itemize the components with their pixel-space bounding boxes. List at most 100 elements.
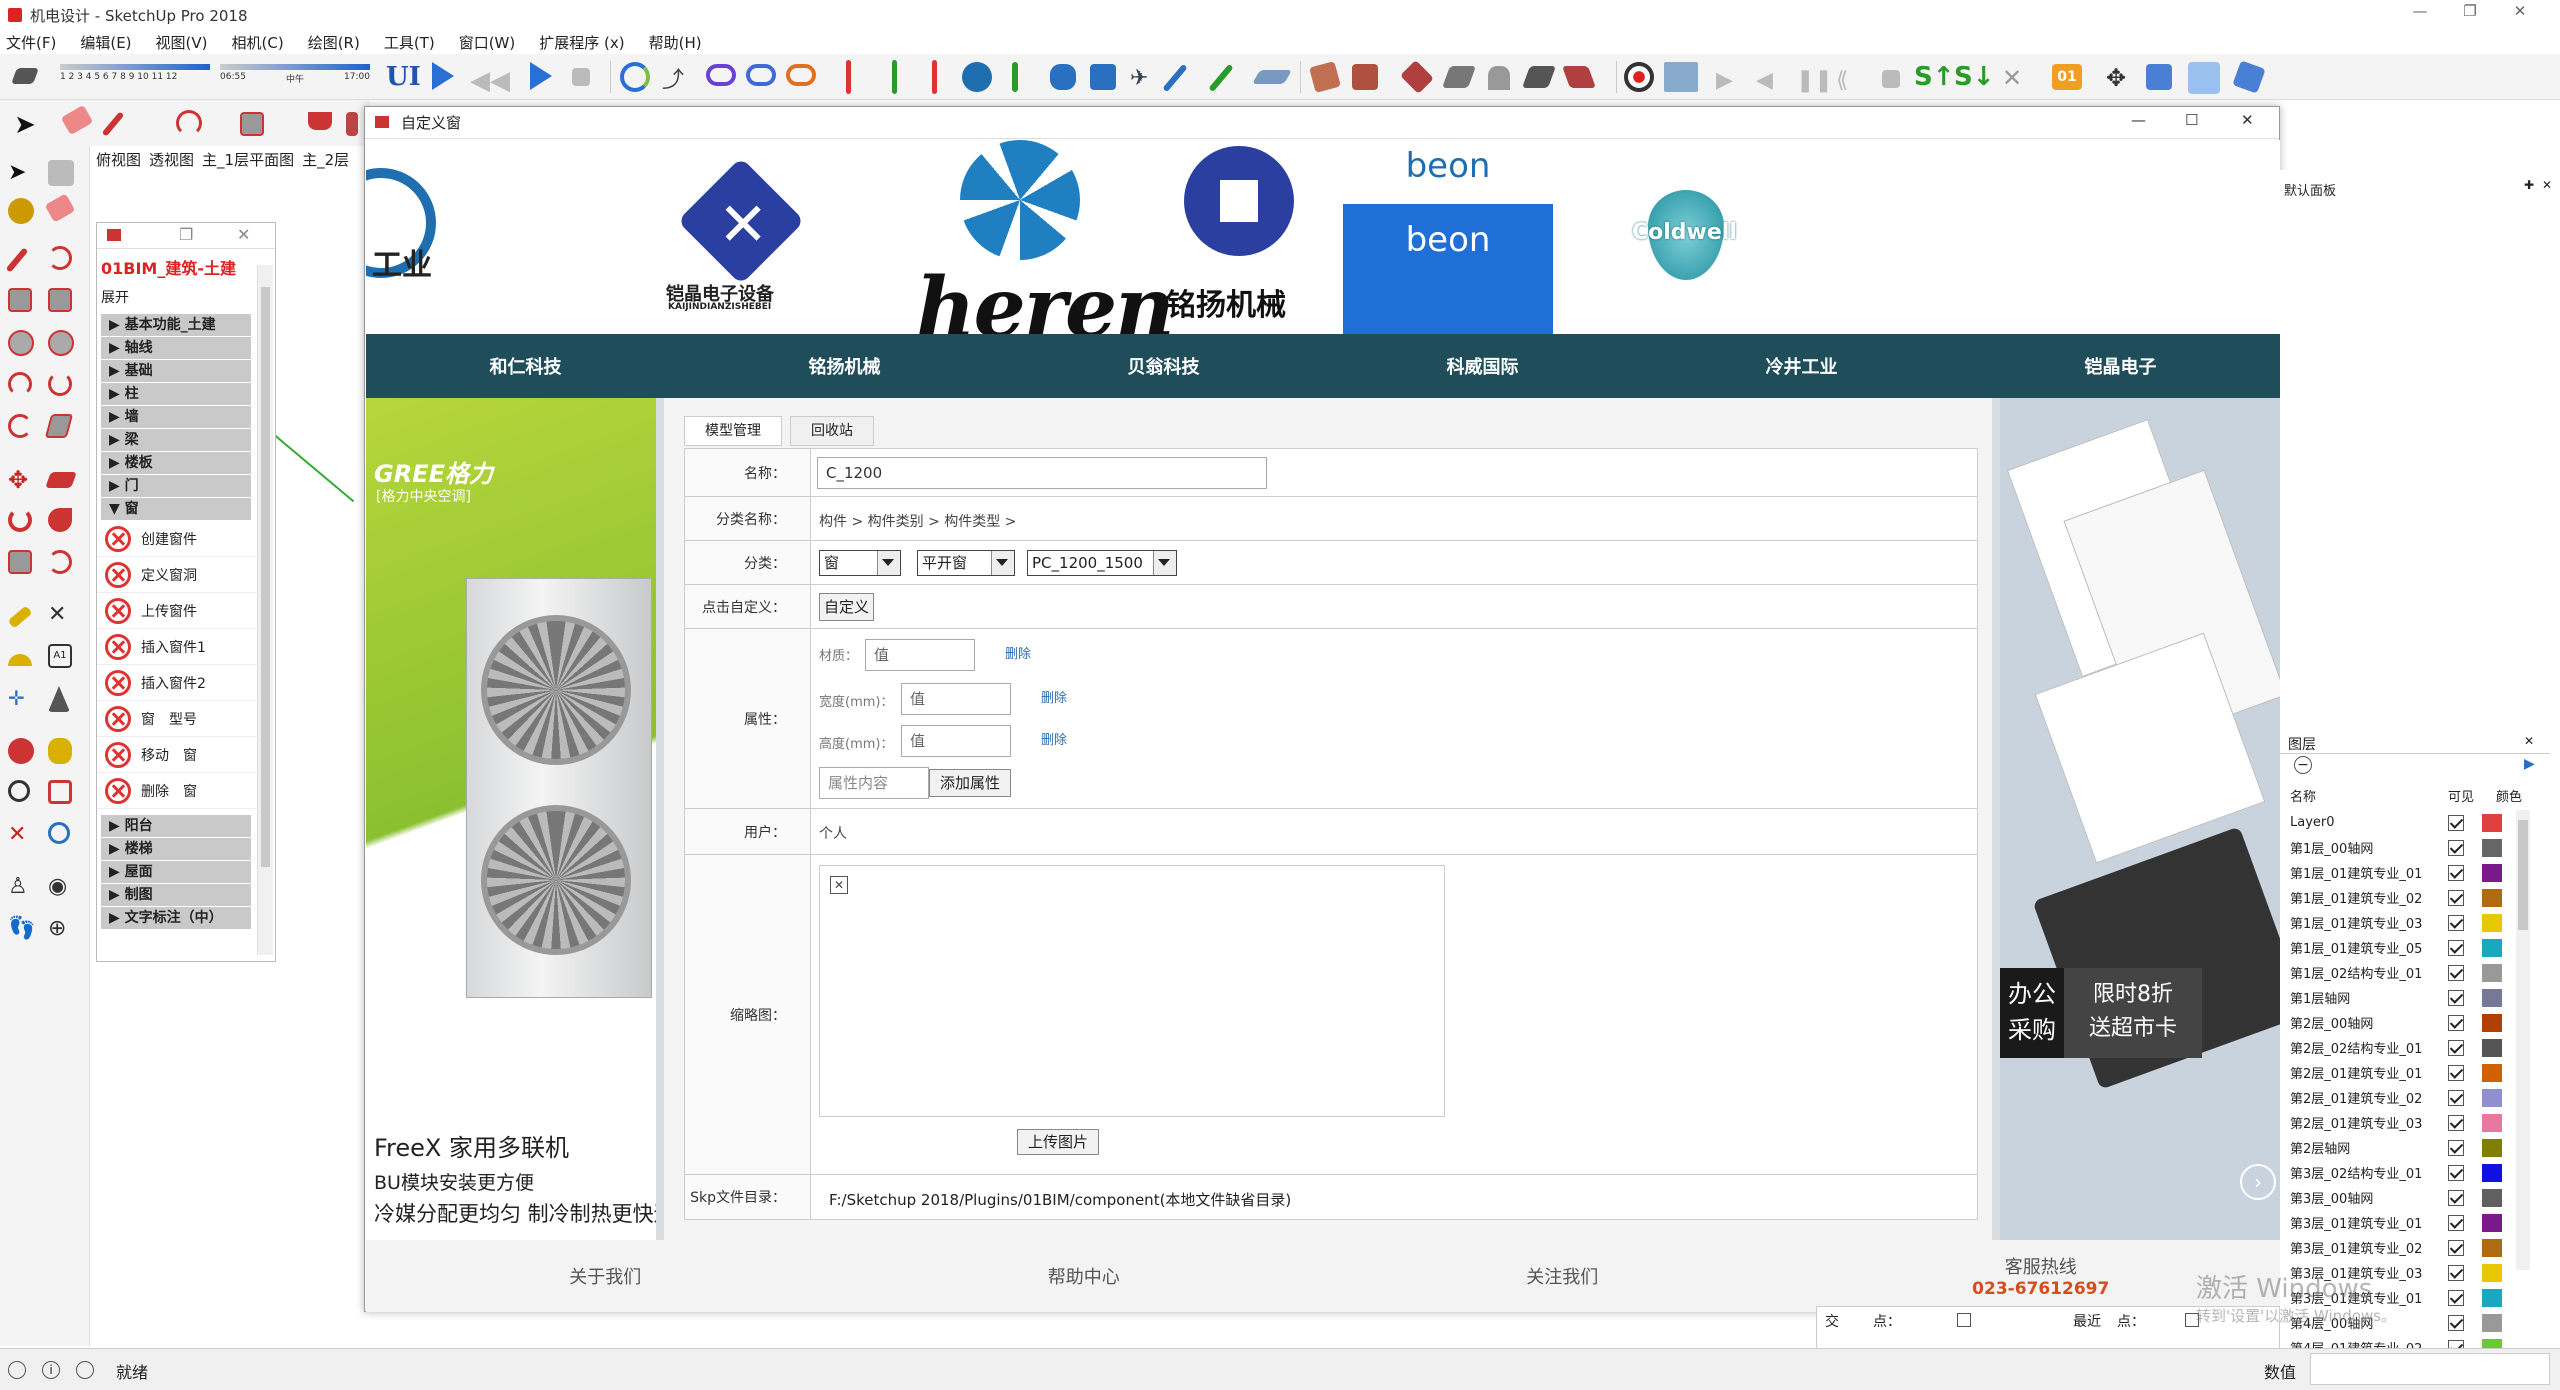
layer-color-swatch[interactable] [2482, 1313, 2502, 1332]
plugin-maximize-icon[interactable]: ❐ [179, 225, 193, 244]
menu-file[interactable]: 文件(F) [6, 32, 56, 53]
category-door[interactable]: ▶ 门 [101, 475, 251, 497]
plane-icon[interactable]: ✈ [1130, 66, 1160, 96]
cube-icon-2[interactable] [2188, 62, 2220, 94]
layer-color-swatch[interactable] [2482, 1263, 2502, 1282]
layer-visible-checkbox[interactable] [2448, 1039, 2464, 1056]
orbit-icon[interactable]: ✥ [2106, 64, 2136, 94]
layer-visible-checkbox[interactable] [2448, 1189, 2464, 1206]
pushpull2-tool-icon[interactable] [44, 414, 74, 438]
scale-tool-icon[interactable] [8, 550, 32, 574]
section-plane-icon[interactable]: ⊕ [48, 916, 78, 946]
line-icon-2[interactable] [1208, 63, 1234, 93]
layer-color-swatch[interactable] [2482, 988, 2502, 1007]
shadow-time-slider[interactable]: 06:55 中午 17:00 [220, 64, 370, 90]
pencil-icon[interactable] [101, 111, 125, 137]
class-select-3[interactable]: PC_1200_1500 [1027, 550, 1177, 576]
anim-stop-icon[interactable] [1882, 70, 1900, 88]
layer-color-swatch[interactable] [2482, 1188, 2502, 1207]
pie-tool-icon[interactable] [8, 414, 32, 438]
ad-next-icon[interactable]: › [2240, 1164, 2276, 1200]
layer-visible-checkbox[interactable] [2448, 864, 2464, 881]
menu-view[interactable]: 视图(V) [156, 32, 208, 53]
layer-visible-checkbox[interactable] [2448, 1289, 2464, 1306]
nav-lengjing[interactable]: 冷井工业 [1642, 353, 1961, 379]
layer-color-swatch[interactable] [2482, 1138, 2502, 1157]
window-item-upload[interactable]: 上传窗件 [97, 593, 257, 629]
layer-color-swatch[interactable] [2482, 1213, 2502, 1232]
measurements-box[interactable] [2310, 1353, 2550, 1385]
footer-help-link[interactable]: 帮助中心 [845, 1263, 1324, 1289]
layer-color-swatch[interactable] [2482, 1088, 2502, 1107]
menu-help[interactable]: 帮助(H) [649, 32, 702, 53]
paint-bucket-icon[interactable] [308, 112, 332, 130]
window-item-define-opening[interactable]: 定义窗洞 [97, 557, 257, 593]
name-input[interactable]: C_1200 [817, 457, 1267, 489]
protractor-tool-icon[interactable] [8, 654, 32, 666]
orbit-tool-icon[interactable] [8, 738, 34, 764]
freehand-icon[interactable] [48, 246, 72, 270]
plate-icon[interactable] [1251, 70, 1293, 84]
nav-beon[interactable]: 贝翁科技 [1004, 353, 1323, 379]
rotate-tool-icon[interactable] [8, 508, 32, 532]
anim-play-icon[interactable]: ▶ [1716, 68, 1746, 98]
plugin-expand[interactable]: 展开 [97, 285, 275, 313]
zoom-extents-tool-icon[interactable]: ✕ [8, 822, 38, 852]
position-camera-icon[interactable]: ♙ [8, 874, 38, 904]
minimize-icon[interactable]: — [2400, 2, 2440, 26]
eraser-icon[interactable] [60, 104, 94, 136]
menu-tools[interactable]: 工具(T) [384, 32, 435, 53]
category-balcony[interactable]: ▶ 阳台 [101, 815, 251, 837]
layer-color-swatch[interactable] [2482, 963, 2502, 982]
tab-model-manage[interactable]: 模型管理 [684, 416, 782, 446]
map-icon-1[interactable] [1309, 61, 1341, 93]
stop-icon[interactable] [572, 68, 590, 86]
category-basic[interactable]: ▶ 基本功能_土建 [101, 314, 251, 336]
category-slab[interactable]: ▶ 楼板 [101, 452, 251, 474]
sandbox-icon-4[interactable] [1521, 66, 1557, 88]
circle-tool-icon[interactable] [8, 330, 34, 356]
more-icon[interactable] [346, 112, 358, 136]
category-window[interactable]: ▼ 窗 [101, 498, 251, 520]
category-drawing[interactable]: ▶ 制图 [101, 884, 251, 906]
layer-visible-checkbox[interactable] [2448, 1139, 2464, 1156]
followme-tool-icon[interactable] [48, 508, 72, 532]
sandbox-icon-3[interactable] [1488, 66, 1510, 90]
section-icon-2[interactable]: S↓ [1954, 62, 1995, 92]
sandbox-icon-1[interactable] [1400, 60, 1434, 94]
menu-window[interactable]: 窗口(W) [459, 32, 516, 53]
scene-tab-floor1[interactable]: 主_1层平面图 [202, 149, 294, 170]
walk-icon[interactable]: 👣 [8, 916, 38, 946]
select-arrow-icon[interactable]: ➤ [14, 110, 44, 140]
layer-color-swatch[interactable] [2482, 1238, 2502, 1257]
tray-pin-icon[interactable]: ✚ [2524, 178, 2534, 192]
logo-coldwell[interactable]: Coldwell [1616, 140, 1766, 334]
logo-beon[interactable]: beon beon [1343, 140, 1553, 334]
layer-color-swatch[interactable] [2482, 1038, 2502, 1057]
info-icon[interactable]: i [42, 1361, 60, 1379]
tape-tool-icon[interactable] [7, 605, 33, 629]
polygon-tool-icon[interactable] [48, 330, 74, 356]
look-around-icon[interactable]: ◉ [48, 874, 78, 904]
plugin-close-icon[interactable]: ✕ [237, 225, 250, 244]
menu-draw[interactable]: 绘图(R) [308, 32, 360, 53]
footer-follow-link[interactable]: 关注我们 [1323, 1263, 1802, 1289]
arc2-tool-icon[interactable] [48, 372, 72, 396]
zoom-tool-icon[interactable] [8, 780, 30, 802]
menu-edit[interactable]: 编辑(E) [80, 32, 131, 53]
ei-cross-check[interactable] [1957, 1313, 1971, 1327]
add-attribute-button[interactable]: 添加属性 [929, 769, 1012, 797]
line-tool-icon[interactable] [5, 247, 29, 273]
anim-back-icon[interactable]: ◀ [1756, 68, 1786, 98]
nav-heren[interactable]: 和仁科技 [366, 353, 685, 379]
pipe-icon-3[interactable] [1090, 64, 1116, 90]
play-icon[interactable] [432, 62, 454, 90]
attr-material-input[interactable]: 值 [865, 639, 975, 671]
o1-icon[interactable]: 01 [2052, 64, 2082, 90]
category-stairs[interactable]: ▶ 楼梯 [101, 838, 251, 860]
window-item-insert1[interactable]: 插入窗件1 [97, 629, 257, 665]
category-roof[interactable]: ▶ 屋面 [101, 861, 251, 883]
paint-icon[interactable] [8, 198, 34, 224]
scene-tab-perspective[interactable]: 透视图 [149, 149, 194, 170]
3dtext-tool-icon[interactable] [48, 686, 70, 712]
